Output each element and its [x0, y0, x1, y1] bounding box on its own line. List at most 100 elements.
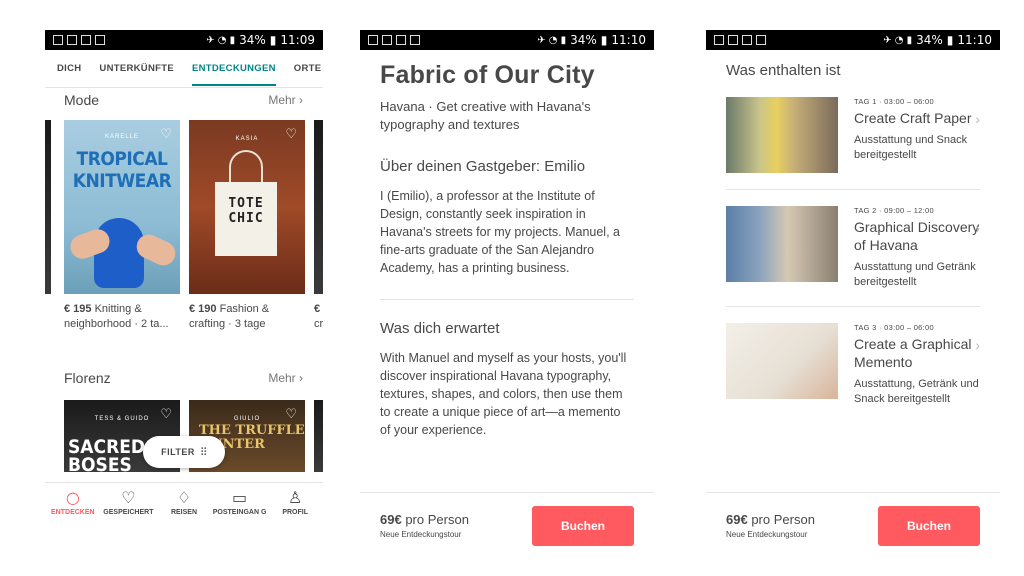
- nav-profil[interactable]: ♙ PROFIL: [268, 488, 322, 517]
- chevron-right-icon: ›: [975, 111, 980, 127]
- day-image: [726, 97, 838, 173]
- nav-reisen[interactable]: ♢ REISEN: [157, 489, 211, 517]
- experience-card[interactable]: [45, 120, 51, 294]
- yarn-illustration: [94, 218, 144, 288]
- status-bar: ✈ ◔ ▮ 34% ▮ 11:10: [360, 30, 654, 50]
- experience-card[interactable]: KASIA TOTE CHIC ♡ € 190 Fashion & crafti…: [189, 120, 305, 332]
- book-button[interactable]: Buchen: [878, 505, 980, 546]
- tour-label: Neue Entdeckungstour: [726, 530, 808, 539]
- day-name: Create Craft Paper: [854, 110, 972, 126]
- battery-icon: ▮: [946, 33, 954, 47]
- battery-icon: ▮: [600, 33, 608, 47]
- nav-posteingang[interactable]: ▭ POSTEINGAN G: [212, 488, 267, 517]
- bottom-navigation: ○ ENTDECKEN ♡ GESPEICHERT ♢ REISEN ▭ POS…: [45, 482, 323, 522]
- price: 69€: [380, 512, 402, 527]
- more-link[interactable]: Mehr ›: [268, 371, 303, 385]
- price-block: 69€ pro Person Neue Entdeckungstour: [380, 512, 469, 539]
- mode-carousel[interactable]: KARELLE TROPICAL KNITWEAR ♡ € 195 Knitti…: [45, 112, 323, 342]
- card-desc: cr: [314, 318, 323, 330]
- status-bar: ✈ ◔ ▮ 34% ▮ 11:09: [45, 30, 323, 50]
- booking-bar: 69€ pro Person Neue Entdeckungstour Buch…: [706, 492, 1000, 558]
- profile-icon: ♙: [288, 488, 303, 507]
- nav-label: ENTDECKEN: [51, 509, 95, 516]
- heart-icon: ♡: [121, 488, 136, 507]
- heart-icon[interactable]: ♡: [285, 126, 297, 142]
- card-image: KARELLE TROPICAL KNITWEAR ♡: [64, 120, 180, 294]
- price: 69€: [726, 512, 748, 527]
- battery-level: 34%: [916, 33, 943, 47]
- explore-screen: ✈ ◔ ▮ 34% ▮ 11:09 DICH UNTERKÜNFTE ENTDE…: [45, 30, 323, 558]
- status-bar: ✈ ◔ ▮ 34% ▮ 11:10: [706, 30, 1000, 50]
- tab-orte[interactable]: ORTE: [294, 63, 322, 74]
- heart-icon[interactable]: ♡: [160, 126, 172, 142]
- more-link[interactable]: Mehr ›: [268, 93, 303, 107]
- section-title: Was enthalten ist: [726, 62, 841, 79]
- section-title: Florenz: [64, 370, 111, 386]
- divider: [726, 306, 980, 307]
- signal-icon: ✈ ◔ ▮: [537, 34, 567, 46]
- tab-unterkuenfte[interactable]: UNTERKÜNFTE: [99, 63, 174, 74]
- tab-dich[interactable]: DICH: [57, 63, 81, 74]
- filter-icon: ⫶⫶: [200, 446, 207, 458]
- day-note: Ausstattung und Getränk bereitgestellt: [854, 261, 976, 288]
- section-header-florenz: Florenz Mehr ›: [45, 366, 323, 390]
- card-desc: crafting · 3 tage: [189, 318, 266, 330]
- day-item[interactable]: TAG 1 · 03:00 – 06:00 Create Craft Paper…: [706, 97, 1000, 173]
- day-meta: TAG 1 · 03:00 – 06:00: [854, 97, 934, 106]
- expect-description: With Manuel and myself as your hosts, yo…: [380, 351, 627, 437]
- tab-entdeckungen[interactable]: ENTDECKUNGEN: [191, 51, 276, 86]
- card-desc: Knitting &: [94, 303, 142, 315]
- card-caption: € 195 Knitting & neighborhood · 2 ta...: [64, 302, 180, 332]
- day-image: [726, 206, 838, 282]
- section-header-mode: Mode Mehr ›: [45, 88, 323, 112]
- tour-label: Neue Entdeckungstour: [380, 530, 462, 539]
- included-screen: ✈ ◔ ▮ 34% ▮ 11:10 Was enthalten ist TAG …: [706, 30, 1000, 558]
- price-block: 69€ pro Person Neue Entdeckungstour: [726, 512, 815, 539]
- divider: [726, 189, 980, 190]
- card-price: €: [314, 303, 321, 315]
- battery-level: 34%: [239, 33, 266, 47]
- host-description: I (Emilio), a professor at the Institute…: [380, 189, 620, 275]
- nav-gespeichert[interactable]: ♡ GESPEICHERT: [101, 488, 155, 517]
- chevron-right-icon: ›: [975, 220, 980, 236]
- search-icon: ○: [65, 488, 80, 507]
- book-button[interactable]: Buchen: [532, 505, 634, 546]
- signal-icon: ✈ ◔ ▮: [883, 34, 913, 46]
- card-caption: € 190 Fashion & crafting · 3 tage: [189, 302, 305, 332]
- booking-bar: 69€ pro Person Neue Entdeckungstour Buch…: [360, 492, 654, 558]
- clock: 11:10: [611, 33, 646, 47]
- card-art-title: TOTE CHIC: [228, 196, 264, 226]
- expect-heading: Was dich erwartet: [380, 320, 500, 337]
- nav-label: PROFIL: [282, 509, 308, 516]
- experience-card[interactable]: [314, 400, 323, 472]
- battery-icon: ▮: [269, 33, 277, 47]
- section-title: Mode: [64, 92, 100, 108]
- card-art-title: TROPICAL KNITWEAR: [72, 148, 172, 192]
- price-unit: pro Person: [405, 512, 469, 527]
- heart-icon[interactable]: ♡: [160, 406, 172, 422]
- card-image: KASIA TOTE CHIC ♡: [189, 120, 305, 294]
- nav-label: POSTEINGAN G: [212, 509, 267, 516]
- experience-detail-screen: ✈ ◔ ▮ 34% ▮ 11:10 Fabric of Our City Hav…: [360, 30, 654, 558]
- filter-button[interactable]: FILTER ⫶⫶: [143, 436, 225, 468]
- card-price: € 195: [64, 303, 92, 315]
- day-meta: TAG 2 · 09:00 – 12:00: [854, 206, 934, 215]
- experience-card[interactable]: KARELLE TROPICAL KNITWEAR ♡ € 195 Knitti…: [64, 120, 180, 332]
- host-heading: Über deinen Gastgeber: Emilio: [380, 158, 586, 175]
- experience-title: Fabric of Our City: [380, 61, 595, 89]
- card-image: [45, 120, 51, 294]
- day-image: [726, 323, 838, 399]
- day-item[interactable]: TAG 3 · 03:00 – 06:00 Create a Graphical…: [706, 323, 1000, 407]
- experience-card[interactable]: € cr: [314, 120, 323, 332]
- nav-entdecken[interactable]: ○ ENTDECKEN: [46, 488, 100, 517]
- divider: [380, 299, 634, 300]
- card-desc: Fashion &: [219, 303, 270, 315]
- clock: 11:09: [280, 33, 315, 47]
- day-name: Graphical Discovery of Havana: [854, 219, 980, 253]
- heart-icon[interactable]: ♡: [285, 406, 297, 422]
- message-icon: ▭: [232, 488, 248, 507]
- day-item[interactable]: TAG 2 · 09:00 – 12:00 Graphical Discover…: [706, 206, 1000, 290]
- experience-subtitle: Havana · Get creative with Havana's typo…: [380, 99, 591, 132]
- day-note: Ausstattung, Getränk und Snack bereitges…: [854, 378, 979, 405]
- signal-icon: ✈ ◔ ▮: [206, 34, 236, 46]
